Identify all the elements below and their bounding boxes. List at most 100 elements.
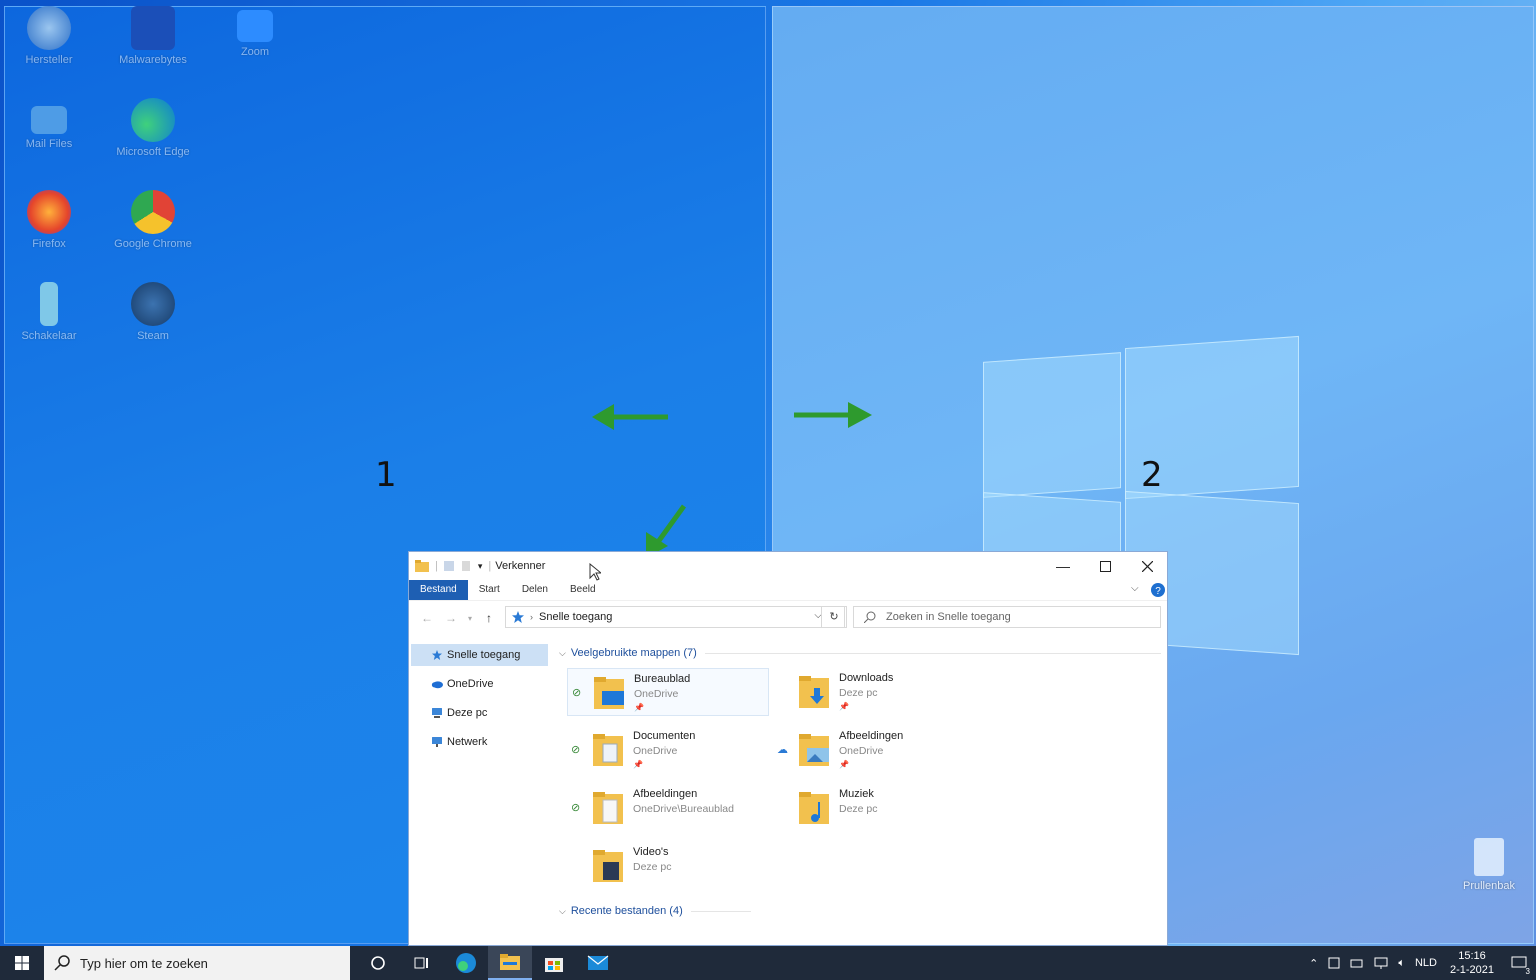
search-icon (864, 611, 876, 623)
taskbar: Typ hier om te zoeken ⌃ 🔈︎ NLD 15:16 2-1… (0, 946, 1536, 980)
title-bar[interactable]: | ▾ | Verkenner — (409, 552, 1167, 581)
folder-tile[interactable]: ☁ Afbeeldingen OneDrive 📌 (773, 726, 975, 774)
recycle-bin-icon (1474, 838, 1504, 876)
recovery-icon (27, 6, 71, 50)
expand-ribbon-icon[interactable]: ⌵ (1131, 583, 1139, 594)
pin-icon: 📌 (839, 702, 849, 711)
desktop-icon[interactable]: Mail Files (4, 98, 94, 150)
desktop-icon[interactable]: Microsoft Edge (108, 98, 198, 158)
language-indicator[interactable]: NLD (1415, 957, 1437, 969)
back-button[interactable]: ← (415, 611, 439, 625)
desktop-icon[interactable]: Google Chrome (108, 190, 198, 250)
cortana-button[interactable] (356, 946, 400, 980)
pictures-folder-icon (799, 734, 829, 766)
volume-icon[interactable]: 🔈︎ (1398, 957, 1405, 970)
arrow-left-icon (592, 404, 668, 430)
new-folder-icon[interactable] (461, 561, 470, 571)
window-title: Verkenner (495, 560, 546, 572)
tab-start[interactable]: Start (468, 580, 511, 600)
music-folder-icon (799, 792, 829, 824)
folder-tile[interactable]: Muziek Deze pc (773, 784, 975, 832)
sidebar-item-deze-pc[interactable]: Deze pc (409, 702, 551, 724)
file-explorer-window[interactable]: | ▾ | Verkenner — Bestand Start Delen Be… (408, 551, 1168, 946)
app-icon (40, 282, 58, 326)
sidebar-item-snelle-toegang[interactable]: Snelle toegang (411, 644, 548, 666)
up-button[interactable]: ↑ (477, 611, 501, 625)
section-recent-files[interactable]: ⌵ Recente bestanden (4) (559, 902, 1167, 920)
qat-separator: | (435, 560, 438, 572)
edge-icon (456, 953, 476, 973)
maximize-icon (1099, 560, 1111, 572)
folder-tile[interactable]: ⊘ Bureaublad OneDrive 📌 (567, 668, 769, 716)
sidebar-item-netwerk[interactable]: Netwerk (409, 731, 551, 753)
network-icon[interactable] (1374, 957, 1388, 969)
address-bar[interactable]: › Snelle toegang ⌵ (505, 606, 845, 628)
recent-locations-button[interactable]: ▾ (463, 614, 477, 623)
address-row: ← → ▾ ↑ › Snelle toegang ⌵ ↻ Zoeken in S… (409, 601, 1167, 635)
computer-icon (432, 708, 442, 718)
network-icon (432, 737, 442, 747)
pin-icon: 📌 (839, 760, 849, 769)
taskbar-edge[interactable] (444, 946, 488, 980)
folder-tile[interactable]: ⊘ Afbeeldingen OneDrive\Bureaublad (567, 784, 769, 832)
folder-tile[interactable]: Video's Deze pc (567, 842, 769, 890)
search-input[interactable]: Zoeken in Snelle toegang (853, 606, 1161, 628)
start-button[interactable] (0, 946, 44, 980)
arrow-right-icon (794, 402, 872, 428)
tab-bestand[interactable]: Bestand (409, 580, 468, 600)
task-view-icon (414, 957, 428, 969)
chrome-icon (131, 190, 175, 234)
properties-icon[interactable] (443, 561, 454, 571)
taskbar-search-placeholder: Typ hier om te zoeken (80, 955, 208, 971)
synced-icon: ⊘ (571, 744, 581, 756)
section-frequent-folders[interactable]: ⌵ Veelgebruikte mappen (7) (559, 644, 1167, 662)
chevron-up-icon[interactable]: ⌃ (1309, 957, 1318, 970)
action-center-button[interactable]: 3 (1502, 946, 1536, 980)
tab-delen[interactable]: Delen (511, 580, 559, 600)
desktop-icon[interactable]: Malwarebytes (108, 6, 198, 66)
folder-tile[interactable]: ⊘ Documenten OneDrive 📌 (567, 726, 769, 774)
folder-tile[interactable]: Downloads Deze pc 📌 (773, 668, 975, 716)
star-icon (512, 611, 524, 623)
minimize-button[interactable]: — (1043, 552, 1083, 580)
clock[interactable]: 15:16 2-1-2021 (1450, 949, 1494, 977)
qat-dropdown-icon[interactable]: ▾ (478, 561, 483, 572)
content-pane: ⌵ Veelgebruikte mappen (7) ⊘ Bureaublad … (559, 644, 1167, 945)
desktop-icon[interactable]: Firefox (4, 190, 94, 250)
desktop-icon[interactable]: Hersteller (4, 6, 94, 66)
task-view-button[interactable] (400, 946, 444, 980)
taskbar-mail[interactable] (576, 946, 620, 980)
search-icon (54, 955, 70, 971)
close-icon (1141, 560, 1153, 572)
maximize-button[interactable] (1085, 552, 1125, 580)
mail-files-icon (31, 106, 67, 134)
taskbar-store[interactable] (532, 946, 576, 980)
ribbon: Bestand Start Delen Beeld ⌵ ? (409, 580, 1167, 601)
address-text: Snelle toegang (539, 611, 613, 623)
taskbar-search-box[interactable]: Typ hier om te zoeken (44, 946, 350, 980)
battery-icon[interactable] (1350, 957, 1364, 969)
cortana-icon (371, 956, 385, 970)
mouse-cursor-icon (589, 563, 601, 581)
close-button[interactable] (1127, 552, 1167, 580)
navigation-pane: Snelle toegang OneDrive Deze pc Netwerk (409, 644, 551, 945)
search-placeholder: Zoeken in Snelle toegang (886, 611, 1011, 623)
meet-now-icon[interactable] (1328, 956, 1340, 970)
desktop-icon[interactable]: Schakelaar (4, 282, 94, 342)
tab-beeld[interactable]: Beeld (559, 580, 607, 600)
desktop-icon[interactable]: Steam (108, 282, 198, 342)
desktop-icon[interactable]: Zoom (210, 6, 300, 58)
malwarebytes-icon (131, 6, 175, 50)
desktop-folder-icon (594, 677, 624, 709)
pin-icon: 📌 (634, 703, 644, 712)
forward-button[interactable]: → (439, 611, 463, 625)
edge-icon (131, 98, 175, 142)
taskbar-file-explorer[interactable] (488, 946, 532, 980)
windows-logo-pane (983, 352, 1121, 498)
documents-folder-icon (593, 734, 623, 766)
help-icon[interactable]: ? (1151, 583, 1165, 597)
cloud-status-icon: ☁ (777, 744, 788, 756)
sidebar-item-onedrive[interactable]: OneDrive (409, 673, 551, 695)
refresh-button[interactable]: ↻ (821, 606, 847, 628)
recycle-bin[interactable]: Prullenbak (1444, 838, 1534, 892)
